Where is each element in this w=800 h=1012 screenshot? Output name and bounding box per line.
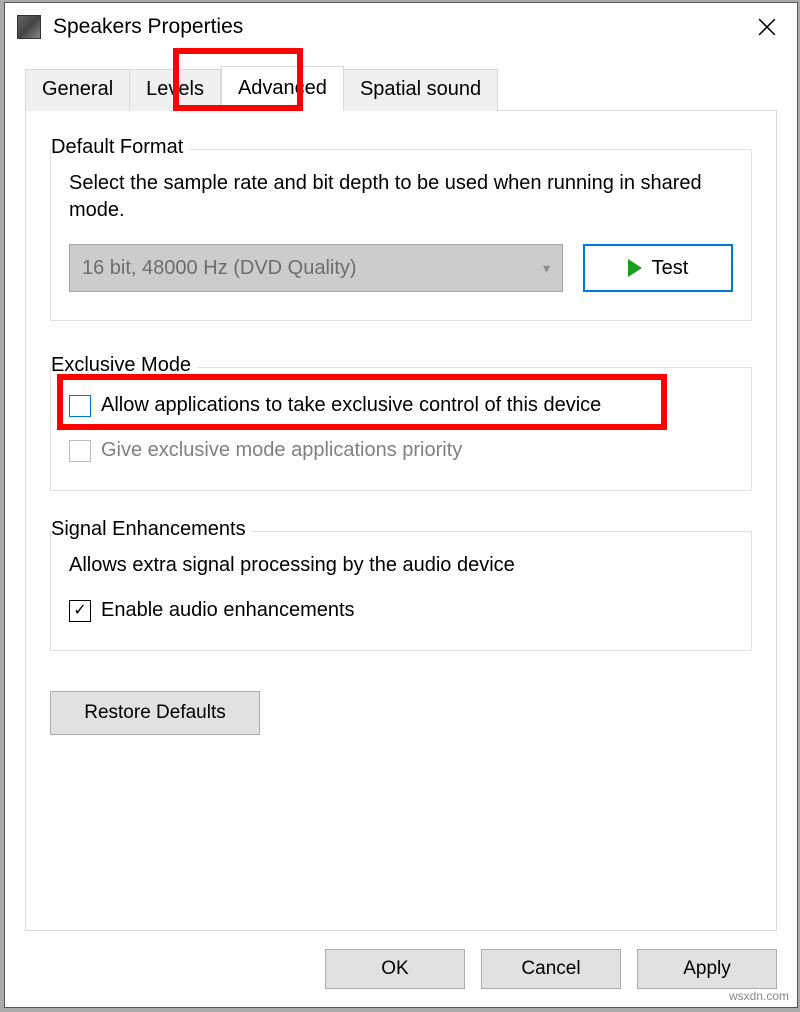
checkbox-exclusive-priority bbox=[69, 440, 91, 462]
test-button[interactable]: Test bbox=[583, 244, 733, 292]
checkbox-enable-enhancements[interactable]: ✓ bbox=[69, 600, 91, 622]
window-title: Speakers Properties bbox=[53, 15, 243, 39]
row-allow-exclusive: Allow applications to take exclusive con… bbox=[69, 388, 733, 421]
close-button[interactable] bbox=[737, 3, 797, 51]
chevron-down-icon: ▾ bbox=[543, 260, 550, 277]
label-exclusive-priority: Give exclusive mode applications priorit… bbox=[101, 439, 462, 462]
apply-button[interactable]: Apply bbox=[637, 949, 777, 989]
tab-content: Default Format Select the sample rate an… bbox=[25, 111, 777, 931]
format-selected: 16 bit, 48000 Hz (DVD Quality) bbox=[82, 257, 357, 280]
group-label-default-format: Default Format bbox=[51, 136, 189, 159]
signal-desc: Allows extra signal processing by the au… bbox=[69, 552, 733, 579]
row-exclusive-priority: Give exclusive mode applications priorit… bbox=[69, 439, 733, 462]
annotation-highlight-tab bbox=[173, 48, 303, 111]
title-bar: Speakers Properties bbox=[5, 3, 797, 51]
tab-general[interactable]: General bbox=[25, 69, 130, 111]
group-label-signal: Signal Enhancements bbox=[51, 518, 252, 541]
speaker-icon bbox=[17, 15, 41, 39]
annotation-highlight-checkbox bbox=[57, 374, 667, 430]
group-default-format: Default Format Select the sample rate an… bbox=[50, 149, 752, 321]
check-icon: ✓ bbox=[73, 603, 86, 619]
watermark: wsxdn.com bbox=[729, 989, 789, 1003]
tab-strip: General Levels Advanced Spatial sound bbox=[5, 51, 797, 111]
group-signal-enhancements: Signal Enhancements Allows extra signal … bbox=[50, 531, 752, 651]
row-enable-enhancements: ✓ Enable audio enhancements bbox=[69, 599, 733, 622]
close-icon bbox=[758, 18, 776, 36]
cancel-button[interactable]: Cancel bbox=[481, 949, 621, 989]
properties-dialog: Speakers Properties General Levels Advan… bbox=[4, 2, 798, 1008]
group-exclusive-mode: Exclusive Mode Allow applications to tak… bbox=[50, 367, 752, 491]
format-dropdown[interactable]: 16 bit, 48000 Hz (DVD Quality) ▾ bbox=[69, 244, 563, 292]
label-enable-enhancements: Enable audio enhancements bbox=[101, 599, 355, 622]
play-icon bbox=[628, 259, 642, 277]
ok-button[interactable]: OK bbox=[325, 949, 465, 989]
default-format-desc: Select the sample rate and bit depth to … bbox=[69, 170, 733, 224]
test-label: Test bbox=[652, 257, 689, 280]
dialog-button-row: OK Cancel Apply bbox=[5, 931, 797, 1007]
tab-spatial[interactable]: Spatial sound bbox=[344, 69, 498, 111]
restore-defaults-button[interactable]: Restore Defaults bbox=[50, 691, 260, 735]
